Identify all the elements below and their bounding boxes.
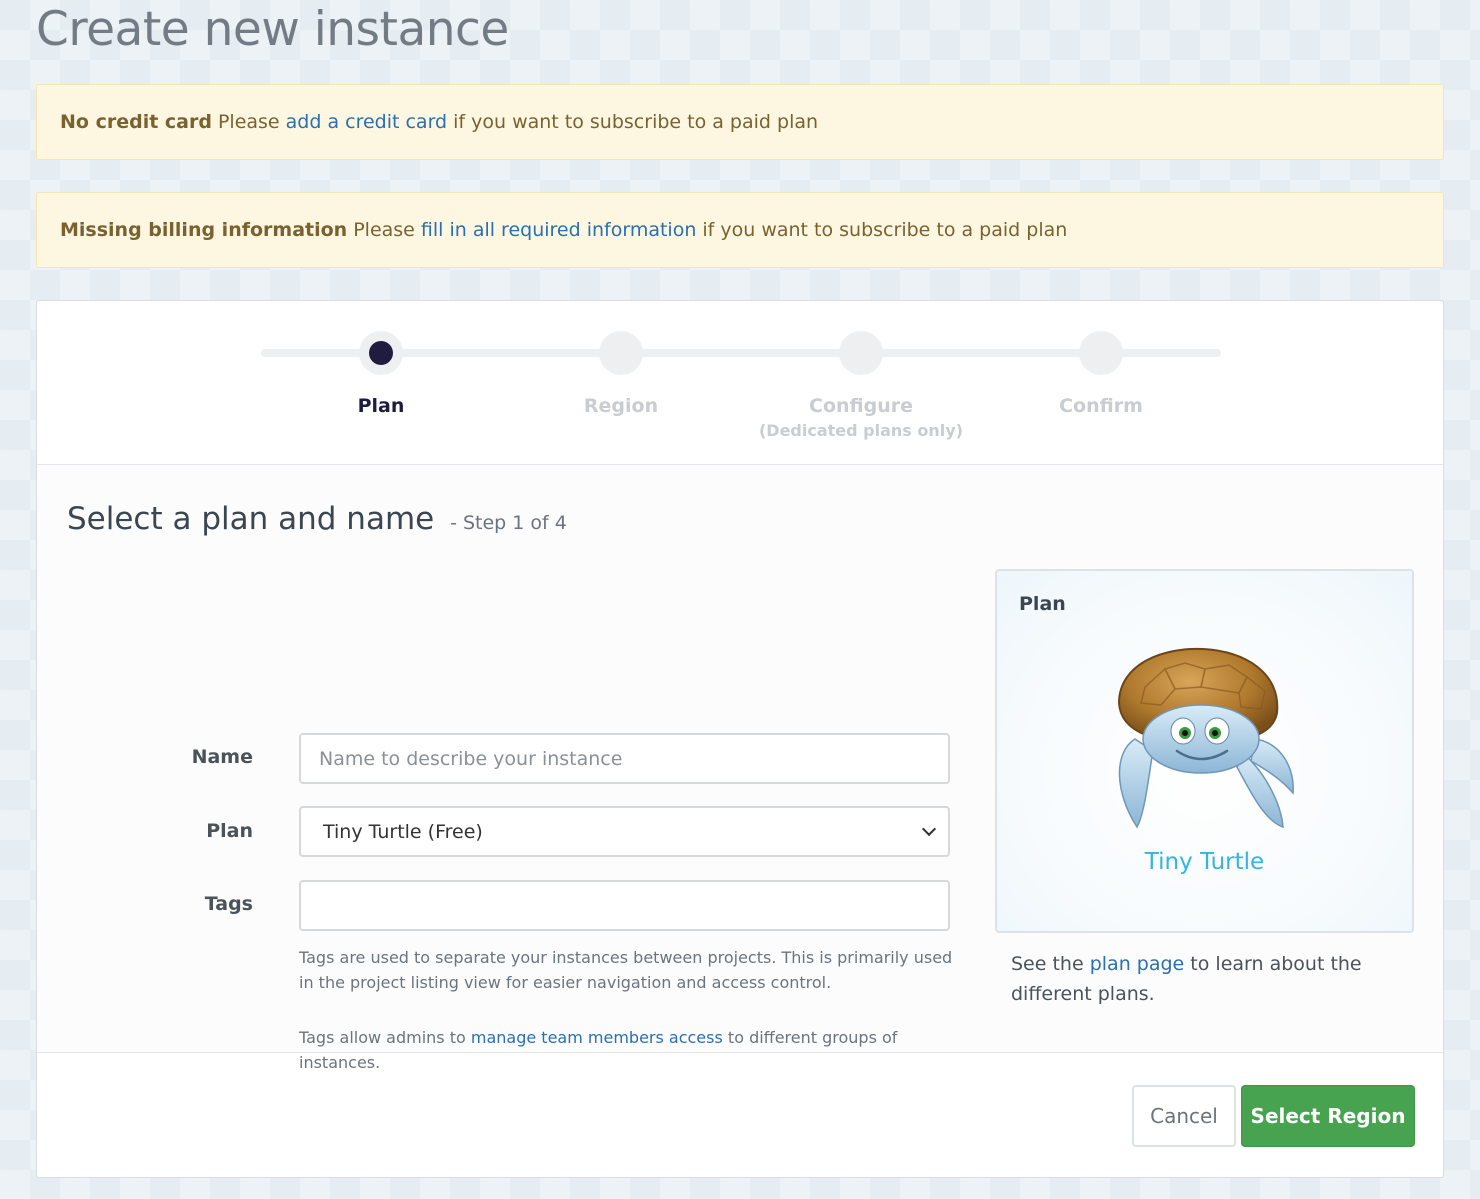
alert-text-before: Please <box>353 219 415 241</box>
plan-preview-name: Tiny Turtle <box>1144 849 1265 875</box>
wizard-stepper: Plan Region Configure (Dedicated plans o… <box>37 301 1443 465</box>
step-region: Region <box>511 331 731 417</box>
page-title: Create new instance <box>36 2 509 57</box>
section-title-text: Select a plan and name <box>67 501 435 537</box>
plan-page-link[interactable]: plan page <box>1090 953 1185 975</box>
step-circle <box>599 331 643 375</box>
tags-help-text: Tags are used to separate your instances… <box>299 948 953 992</box>
plan-preview-card: Plan Tiny Turtle <box>995 569 1414 933</box>
step-plan: Plan <box>271 331 491 417</box>
card-footer: Cancel Select Region <box>37 1053 1443 1177</box>
help-text-before: Tags allow admins to <box>299 1028 466 1047</box>
alert-text-before: Please <box>217 111 280 133</box>
turtle-icon <box>1117 647 1294 829</box>
section-title: Select a plan and name - Step 1 of 4 <box>67 501 567 537</box>
cancel-button[interactable]: Cancel <box>1132 1085 1236 1147</box>
fill-billing-info-link[interactable]: fill in all required information <box>421 219 696 241</box>
manage-team-access-link[interactable]: manage team members access <box>471 1028 723 1047</box>
plan-label: Plan <box>206 820 253 842</box>
active-step-dot-icon <box>369 341 393 365</box>
step-confirm: Confirm <box>991 331 1211 417</box>
alert-no-credit-card: No credit card Please add a credit card … <box>36 84 1444 160</box>
note-text-before: See the <box>1011 953 1084 975</box>
step-circle <box>359 331 403 375</box>
create-instance-card: Plan Region Configure (Dedicated plans o… <box>36 300 1444 1178</box>
select-region-button[interactable]: Select Region <box>1241 1085 1415 1147</box>
step-circle <box>1079 331 1123 375</box>
alert-text-after: if you want to subscribe to a paid plan <box>702 219 1068 241</box>
plan-page-note: See the plan page to learn about the dif… <box>1011 949 1391 1009</box>
plan-select-value: Tiny Turtle (Free) <box>323 820 483 843</box>
step-counter: - Step 1 of 4 <box>450 512 567 534</box>
name-input-placeholder: Name to describe your instance <box>319 747 623 770</box>
name-input[interactable]: Name to describe your instance <box>299 733 950 784</box>
step-label: Region <box>583 395 659 417</box>
alert-title: Missing billing information <box>60 219 348 241</box>
chevron-down-icon <box>921 821 937 836</box>
step-sublabel: (Dedicated plans only) <box>758 421 963 440</box>
name-label: Name <box>191 746 253 768</box>
step-configure: Configure (Dedicated plans only) <box>751 331 971 440</box>
alert-title: No credit card <box>60 111 212 133</box>
add-credit-card-link[interactable]: add a credit card <box>286 111 447 133</box>
alert-text-after: if you want to subscribe to a paid plan <box>453 111 819 133</box>
plan-select[interactable]: Tiny Turtle (Free) <box>299 806 950 857</box>
plan-preview-heading: Plan <box>1019 593 1066 615</box>
step-label: Configure <box>809 395 913 417</box>
alert-missing-billing: Missing billing information Please fill … <box>36 192 1444 268</box>
step-label: Confirm <box>1059 395 1143 417</box>
step-circle <box>839 331 883 375</box>
step-label: Plan <box>357 395 405 417</box>
tags-input[interactable] <box>299 880 950 931</box>
step-content: Select a plan and name - Step 1 of 4 Nam… <box>37 465 1443 1072</box>
tags-label: Tags <box>204 893 253 915</box>
